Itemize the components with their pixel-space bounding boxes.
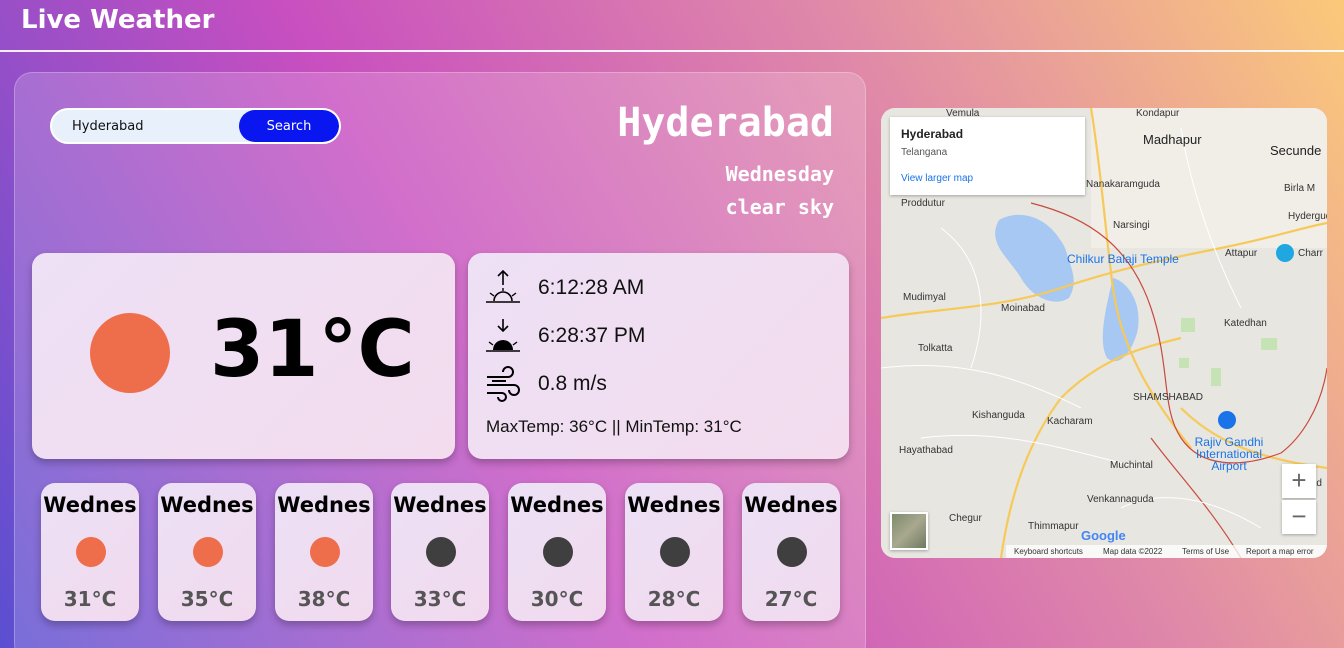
satellite-toggle[interactable]	[890, 512, 928, 550]
map-place-title: Hyderabad	[901, 127, 964, 141]
forecast-temperature: 27°C	[764, 587, 818, 611]
search-input[interactable]	[52, 110, 242, 142]
forecast-card: Wednes 31°C	[41, 483, 139, 621]
view-larger-map-link[interactable]: View larger map	[901, 173, 973, 184]
current-temperature: 31°C	[210, 305, 415, 395]
map-label: SHAMSHABAD	[1133, 392, 1204, 403]
forecast-card: Wednes 38°C	[275, 483, 373, 621]
map-label: Hayathabad	[899, 445, 953, 456]
map-label: Secunde	[1270, 143, 1322, 158]
map-label: Kishanguda	[972, 410, 1025, 421]
forecast-temperature: 30°C	[530, 587, 584, 611]
forecast-day: Wednes	[627, 493, 721, 517]
weather-description: clear sky	[725, 195, 834, 219]
map-label: Muchintal	[1110, 460, 1153, 471]
map-label: Moinabad	[1001, 303, 1045, 314]
sunrise-time: 6:12:28 AM	[538, 276, 645, 299]
day-name: Wednesday	[725, 162, 834, 186]
zoom-in-button[interactable]: +	[1282, 464, 1316, 498]
forecast-temperature: 33°C	[413, 587, 467, 611]
sun-icon	[90, 313, 170, 393]
sunset-icon	[486, 319, 520, 352]
map-place-subtitle: Telangana	[901, 147, 948, 158]
forecast-day: Wednes	[277, 493, 371, 517]
sun-icon	[193, 537, 223, 567]
map-label: Tolkatta	[918, 343, 953, 354]
forecast-temperature: 28°C	[647, 587, 701, 611]
sun-icon	[310, 537, 340, 567]
map-info-card: Hyderabad Telangana View larger map	[890, 117, 1085, 195]
forecast-card: Wednes 33°C	[391, 483, 489, 621]
top-bar: Live Weather	[0, 0, 1344, 52]
map-label: Kacharam	[1047, 416, 1093, 427]
map-footer: Keyboard shortcuts Map data ©2022 Terms …	[1006, 545, 1327, 558]
search-button[interactable]: Search	[239, 110, 339, 142]
map-data-text: Map data ©2022	[1103, 547, 1163, 556]
forecast-temperature: 35°C	[180, 587, 234, 611]
sun-icon	[76, 537, 106, 567]
forecast-card: Wednes 35°C	[158, 483, 256, 621]
sunset-time: 6:28:37 PM	[538, 324, 646, 347]
map-label: Narsingi	[1113, 220, 1150, 231]
map-label: Venkannaguda	[1087, 494, 1154, 505]
map-label: Katedhan	[1224, 318, 1267, 329]
forecast-day: Wednes	[160, 493, 254, 517]
map-embed[interactable]: Vemula Kondapur Madhapur Secunde Nanakar…	[881, 108, 1327, 558]
city-name: Hyderabad	[617, 100, 834, 146]
map-label: Proddutur	[901, 198, 945, 209]
forecast-day: Wednes	[744, 493, 838, 517]
wind-speed: 0.8 m/s	[538, 372, 607, 395]
keyboard-shortcuts-link[interactable]: Keyboard shortcuts	[1014, 547, 1083, 556]
forecast-temperature: 31°C	[63, 587, 117, 611]
map-label: Nanakaramguda	[1086, 179, 1160, 190]
report-error-link[interactable]: Report a map error	[1246, 547, 1314, 556]
map-label: Madhapur	[1143, 132, 1202, 147]
details-card: 6:12:28 AM 6:28:37 PM 0.8 m/s MaxTemp: 3…	[468, 253, 849, 459]
map-label: Chilkur Balaji Temple	[1067, 252, 1179, 266]
map-label: Chegur	[949, 513, 982, 524]
map-label: Hyderguda	[1288, 211, 1327, 222]
sunrise-icon	[486, 269, 520, 303]
forecast-card: Wednes 30°C	[508, 483, 606, 621]
map-label: Charr	[1298, 248, 1324, 259]
forecast-day: Wednes	[510, 493, 604, 517]
map-label: Rajiv Gandhi International Airport	[1194, 435, 1264, 473]
current-weather-card: 31°C	[32, 253, 455, 459]
moon-icon	[426, 537, 456, 567]
moon-icon	[660, 537, 690, 567]
terms-link[interactable]: Terms of Use	[1182, 547, 1229, 556]
app-title: Live Weather	[21, 5, 215, 35]
forecast-card: Wednes 27°C	[742, 483, 840, 621]
forecast-day: Wednes	[43, 493, 137, 517]
min-max-temperature: MaxTemp: 36°C || MinTemp: 31°C	[486, 417, 742, 436]
zoom-out-button[interactable]: −	[1282, 500, 1316, 534]
wind-icon	[487, 366, 520, 402]
forecast-card: Wednes 28°C	[625, 483, 723, 621]
map-label: Birla M	[1284, 183, 1316, 194]
map-label: Attapur	[1225, 248, 1258, 259]
moon-icon	[543, 537, 573, 567]
search-bar: Search	[50, 108, 341, 144]
forecast-temperature: 38°C	[297, 587, 351, 611]
google-logo: Google	[1081, 528, 1126, 543]
map-label: Kondapur	[1136, 108, 1180, 119]
map-label: Mudimyal	[903, 292, 946, 303]
moon-icon	[777, 537, 807, 567]
map-label: Thimmapur	[1028, 521, 1079, 532]
forecast-day: Wednes	[393, 493, 487, 517]
